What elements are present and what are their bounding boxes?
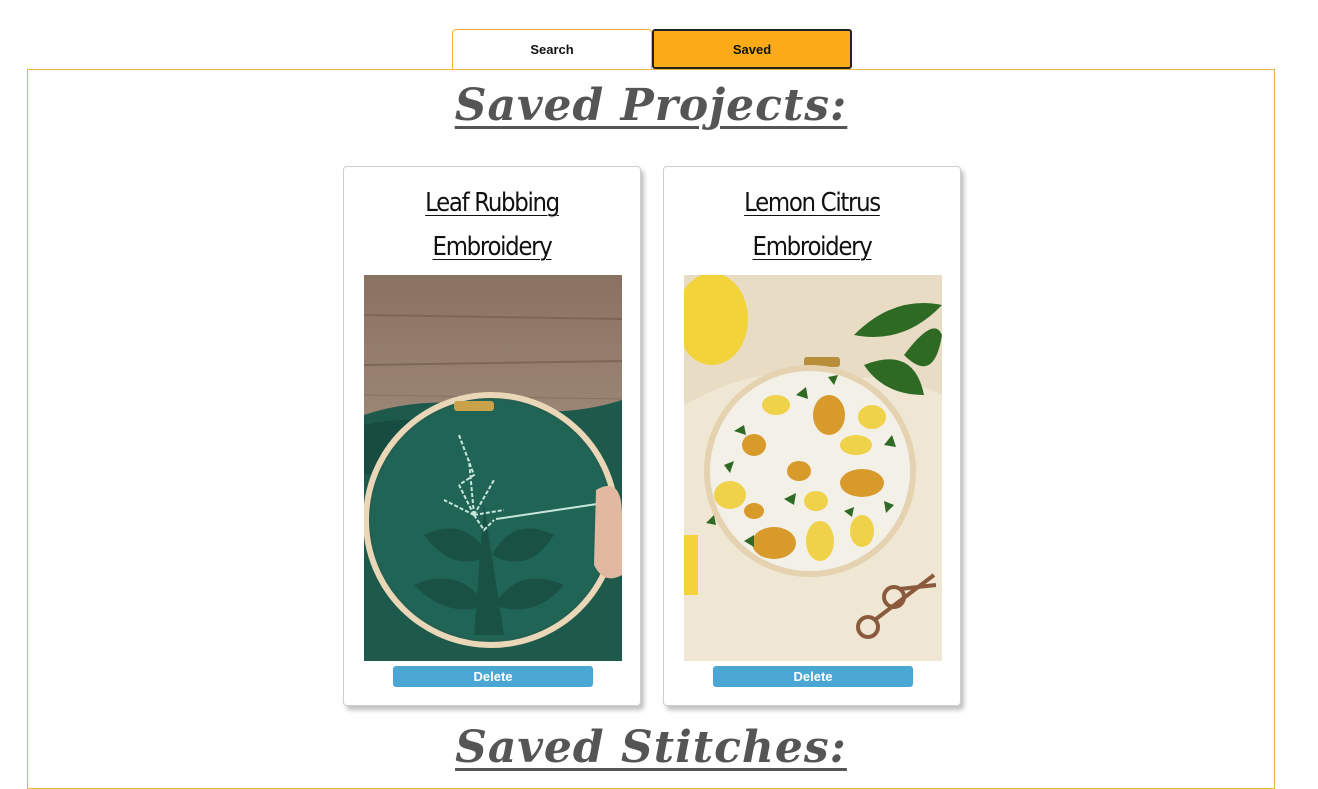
leaf-embroidery-picture [364, 275, 622, 661]
tab-saved[interactable]: Saved [652, 29, 852, 69]
project-card: Leaf Rubbing Embroidery Delete [343, 166, 641, 706]
saved-projects-heading: Saved Projects: [454, 80, 848, 131]
tab-search[interactable]: Search [452, 29, 652, 69]
project-image [364, 275, 622, 661]
delete-button[interactable]: Delete [713, 666, 913, 687]
project-image [684, 275, 942, 661]
delete-button[interactable]: Delete [393, 666, 593, 687]
view-tabs: Search Saved [452, 29, 852, 69]
project-card: Lemon Citrus Embroidery Delete [663, 166, 961, 706]
lemon-embroidery-picture [684, 275, 942, 661]
saved-stitches-heading: Saved Stitches: [455, 722, 847, 773]
saved-panel: Saved Projects: Leaf Rubbing Embroidery [27, 69, 1275, 789]
project-title-link[interactable]: Leaf Rubbing Embroidery [362, 181, 622, 269]
project-title-link[interactable]: Lemon Citrus Embroidery [682, 181, 942, 269]
